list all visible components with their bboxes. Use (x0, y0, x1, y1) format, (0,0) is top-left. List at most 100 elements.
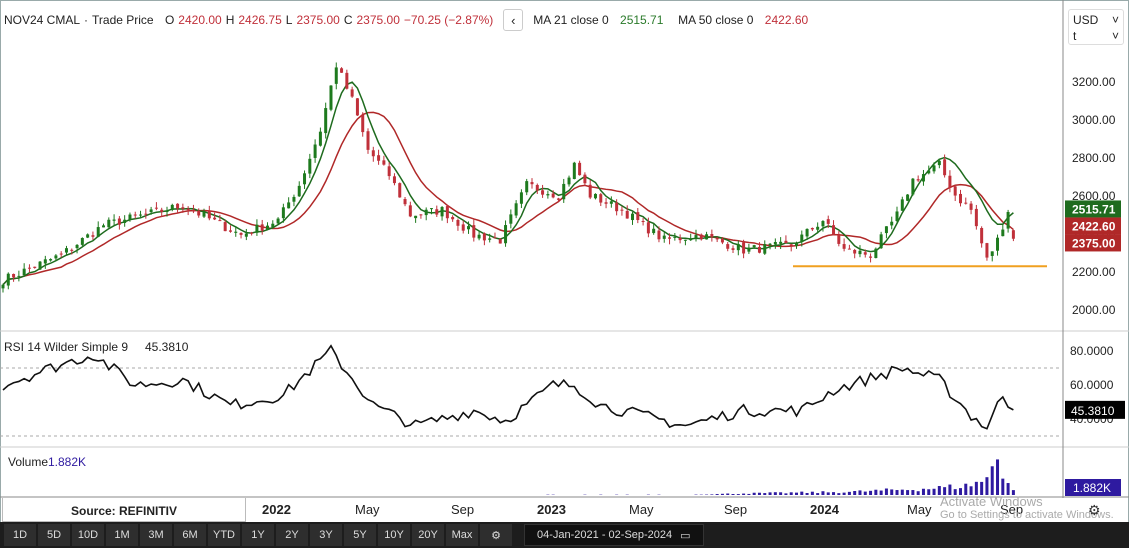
candle-body (128, 214, 132, 220)
price-tag-ma21-text: 2515.71 (1072, 202, 1116, 216)
period-1y[interactable]: 1Y (242, 524, 274, 546)
currency-dropdown[interactable]: USD ˅ (1073, 12, 1119, 28)
candle-body (800, 234, 804, 242)
candle (694, 229, 698, 242)
chart-settings-gear-icon[interactable]: ⚙ (1088, 502, 1101, 519)
volume-value: 1.882K (48, 455, 86, 469)
price-tick: 3000.00 (1072, 113, 1116, 127)
candle (287, 197, 291, 209)
candle-body (419, 214, 423, 216)
rsi-line (2, 344, 1014, 430)
candle-body (985, 243, 989, 258)
candle-body (636, 212, 640, 221)
volume-bar (863, 491, 867, 495)
volume-bar (837, 493, 841, 495)
volume-bar (927, 489, 931, 495)
period-1d[interactable]: 1D (4, 524, 36, 546)
period-1m[interactable]: 1M (106, 524, 138, 546)
x-tick: 2023 (537, 502, 566, 517)
period-6m[interactable]: 6M (174, 524, 206, 546)
volume-bar (853, 491, 857, 495)
candle-body (408, 205, 412, 217)
candle-body (837, 235, 841, 244)
candle-body (572, 162, 576, 180)
candle-body (493, 237, 497, 239)
candle (340, 67, 344, 73)
candle (1001, 224, 1005, 237)
volume-bar (710, 494, 714, 495)
candle-body (107, 219, 111, 228)
candle-body (694, 235, 698, 239)
candle-body (657, 230, 661, 240)
candle (387, 162, 391, 180)
candle-body (1001, 229, 1005, 237)
candle (620, 206, 624, 216)
candle-body (377, 155, 381, 161)
candle-body (609, 201, 613, 204)
period-max[interactable]: Max (446, 524, 478, 546)
volume-bar (742, 493, 746, 495)
candle (541, 184, 545, 198)
candle (583, 172, 587, 186)
candle (710, 229, 714, 242)
volume-bar (795, 492, 798, 495)
watermark-title: Activate Windows (940, 494, 1043, 509)
candle-body (535, 184, 539, 191)
candle-body (22, 268, 26, 276)
candle-body (578, 162, 582, 176)
candle (858, 245, 862, 258)
candle (313, 139, 317, 163)
period-10d[interactable]: 10D (72, 524, 104, 546)
candle (482, 232, 486, 246)
open-value: 2420.00 (178, 13, 222, 27)
chart-legend: NOV24 CMAL · Trade Price O 2420.00 H 2426.… (4, 8, 808, 32)
candle-body (662, 235, 666, 239)
period-5y[interactable]: 5Y (344, 524, 376, 546)
candle-body (234, 231, 238, 233)
currency-selector[interactable]: USD ˅ t ˅ (1068, 9, 1124, 45)
candle-body (953, 186, 957, 196)
chevron-down-icon: ˅ (1111, 29, 1119, 43)
period-3m[interactable]: 3M (140, 524, 172, 546)
candle-body (879, 234, 883, 249)
unit-dropdown[interactable]: t ˅ (1073, 28, 1119, 44)
period-5d[interactable]: 5D (38, 524, 70, 546)
candle-body (757, 246, 761, 253)
candle (392, 173, 396, 186)
period-ytd[interactable]: YTD (208, 524, 240, 546)
candle-body (784, 240, 788, 244)
candle (884, 226, 888, 239)
period-10y[interactable]: 10Y (378, 524, 410, 546)
candle (371, 146, 375, 162)
candle (303, 170, 307, 189)
candle (350, 86, 354, 98)
volume-bar (757, 492, 761, 495)
candle (736, 240, 740, 256)
period-3y[interactable]: 3Y (310, 524, 342, 546)
candle (731, 245, 735, 254)
date-range-picker[interactable]: 04-Jan-2021 - 02-Sep-2024 ▭ (524, 524, 704, 546)
candle (102, 223, 106, 228)
candle (990, 251, 994, 262)
collapse-legend-button[interactable]: ‹ (503, 9, 524, 31)
candle (117, 216, 121, 230)
candle-body (38, 261, 42, 270)
candle-body (678, 237, 682, 241)
candle-body (916, 179, 920, 181)
volume-bar (731, 494, 735, 495)
chart-canvas[interactable]: 3200.003000.002800.002600.002400.002200.… (0, 0, 1129, 498)
volume-bar (884, 488, 888, 495)
high-value: 2426.75 (238, 13, 282, 27)
candle-body (509, 214, 513, 224)
period-2y[interactable]: 2Y (276, 524, 308, 546)
candle (779, 237, 783, 250)
candle-body (530, 182, 534, 185)
volume-bar (768, 492, 772, 495)
candle-body (456, 220, 460, 226)
volume-bar (869, 490, 873, 495)
candle-body (467, 226, 471, 230)
candle-body (281, 207, 285, 219)
period-20y[interactable]: 20Y (412, 524, 444, 546)
period-settings-gear-icon[interactable]: ⚙ (480, 524, 512, 546)
candle-body (551, 193, 555, 198)
